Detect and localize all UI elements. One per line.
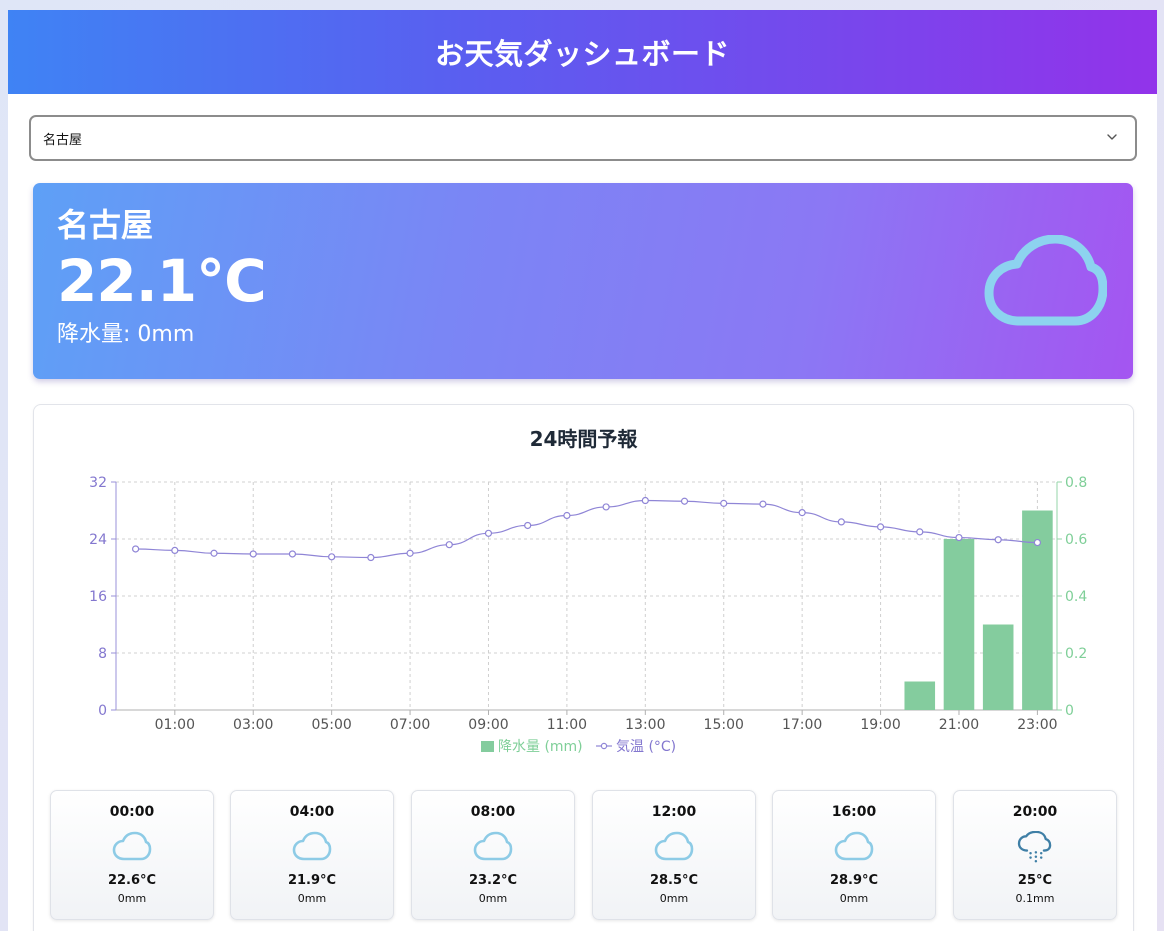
x-tick-label: 21:00: [939, 717, 979, 733]
x-tick-label: 15:00: [704, 717, 744, 733]
cloud-icon: [292, 831, 332, 861]
hourly-time: 04:00: [289, 804, 335, 820]
temp-point: [994, 536, 1002, 544]
y-right-tick-label: 0.8: [1065, 475, 1087, 491]
temp-point: [641, 496, 649, 505]
hourly-card: 20:00 25°C 0.1mm: [953, 790, 1117, 920]
y-left-tick-label: 32: [89, 475, 107, 491]
y-left-tick-label: 8: [98, 646, 107, 662]
hourly-temp: 23.2°C: [468, 873, 518, 888]
cloud-icon: [473, 831, 513, 861]
temp-point: [759, 500, 767, 508]
cloud-icon: [112, 831, 152, 861]
temp-point: [720, 499, 728, 507]
temp-point: [916, 528, 924, 536]
hourly-time: 20:00: [1012, 804, 1058, 820]
x-tick-label: 01:00: [155, 717, 195, 733]
x-tick-label: 03:00: [233, 717, 273, 733]
hourly-card: 12:00 28.5°C 0mm: [592, 790, 756, 920]
temp-point: [171, 546, 179, 554]
hourly-rain: 0mm: [297, 892, 327, 905]
hourly-rain: 0mm: [117, 892, 147, 905]
chevron-down-icon: [1107, 134, 1117, 140]
temp-point: [210, 549, 218, 557]
temp-point: [132, 545, 140, 553]
y-right-tick-label: 0.2: [1065, 646, 1087, 662]
hourly-temp: 21.9°C: [287, 873, 337, 888]
hourly-rain: 0.1mm: [1015, 892, 1055, 905]
rain-bar: [982, 624, 1014, 710]
y-left-tick-label: 16: [89, 589, 107, 605]
legend-rain-swatch: [481, 741, 494, 752]
temp-point: [955, 533, 963, 542]
legend-temp-label: 気温 (°C): [616, 739, 676, 755]
x-tick-label: 11:00: [547, 717, 587, 733]
temp-point: [837, 518, 845, 526]
header: お天気ダッシュボード: [8, 10, 1157, 94]
temp-point: [484, 529, 493, 537]
legend-temp-marker: [600, 742, 608, 750]
hourly-time: 16:00: [831, 804, 877, 820]
temp-point: [798, 509, 806, 517]
current-temperature: 22.1°C: [57, 247, 267, 315]
temp-point: [1033, 538, 1041, 547]
rain-cloud-icon: [1017, 831, 1052, 863]
temp-point: [367, 553, 375, 562]
city-select-value: 名古屋: [43, 132, 83, 148]
legend-rain-label: 降水量 (mm): [498, 739, 583, 755]
cloud-icon: [654, 831, 694, 861]
current-weather-card: 名古屋 22.1°C 降水量: 0mm: [33, 183, 1133, 379]
x-tick-label: 23:00: [1017, 717, 1057, 733]
current-precipitation: 降水量: 0mm: [57, 322, 195, 347]
hourly-time: 12:00: [651, 804, 697, 820]
y-right-tick-label: 0.4: [1065, 589, 1087, 605]
hourly-temp: 28.5°C: [649, 873, 699, 888]
temp-point: [876, 523, 885, 531]
temp-point: [563, 511, 571, 520]
city-select[interactable]: 名古屋: [29, 115, 1137, 161]
temp-point: [524, 521, 532, 530]
x-tick-label: 09:00: [468, 717, 508, 733]
temp-point: [249, 550, 257, 558]
rain-bar: [904, 681, 936, 710]
temp-point: [328, 553, 336, 561]
y-right-tick-label: 0: [1065, 703, 1074, 719]
page-title: お天気ダッシュボード: [434, 37, 730, 71]
hourly-card: 04:00 21.9°C 0mm: [230, 790, 394, 920]
temp-point: [602, 503, 610, 511]
x-tick-label: 13:00: [625, 717, 665, 733]
temp-point: [288, 550, 297, 558]
y-right-tick-label: 0.6: [1065, 532, 1087, 548]
x-tick-label: 07:00: [390, 717, 430, 733]
temp-point: [406, 549, 414, 557]
hourly-rain: 0mm: [839, 892, 869, 905]
forecast-chart: 0 8 16 24 32 0 0.2 0.4 0.6 0.8 01:00 03:00 05:00 07:0…: [89, 475, 1087, 755]
hourly-card: 00:00 22.6°C 0mm: [50, 790, 214, 920]
rain-bar: [943, 539, 975, 710]
cloud-icon: [834, 831, 874, 861]
temp-point: [445, 541, 453, 549]
x-tick-label: 19:00: [860, 717, 900, 733]
hourly-time: 08:00: [470, 804, 516, 820]
hourly-card: 08:00 23.2°C 0mm: [411, 790, 575, 920]
app: お天気ダッシュボード 名古屋 名古屋 22.1°C 降水量: 0mm 24時間予…: [8, 10, 1157, 931]
forecast-chart-card: 24時間予報 0 8 16 24 32 0 0.2 0.4 0.6 0.8 01:00 03:00 05…: [33, 404, 1134, 931]
hourly-temp: 28.9°C: [829, 873, 879, 888]
x-tick-label: 17:00: [782, 717, 822, 733]
temp-line: [135, 499, 1038, 559]
hourly-temp: 22.6°C: [107, 873, 157, 888]
hourly-temp: 25°C: [1017, 873, 1053, 888]
hourly-rain: 0mm: [659, 892, 689, 905]
temp-point: [680, 497, 689, 505]
x-tick-label: 05:00: [311, 717, 351, 733]
current-city: 名古屋: [57, 206, 154, 244]
hourly-rain: 0mm: [478, 892, 508, 905]
y-left-tick-label: 24: [89, 532, 107, 548]
cloud-icon: [984, 235, 1107, 326]
y-left-tick-label: 0: [98, 703, 107, 719]
hourly-time: 00:00: [109, 804, 155, 820]
hourly-card: 16:00 28.9°C 0mm: [772, 790, 936, 920]
